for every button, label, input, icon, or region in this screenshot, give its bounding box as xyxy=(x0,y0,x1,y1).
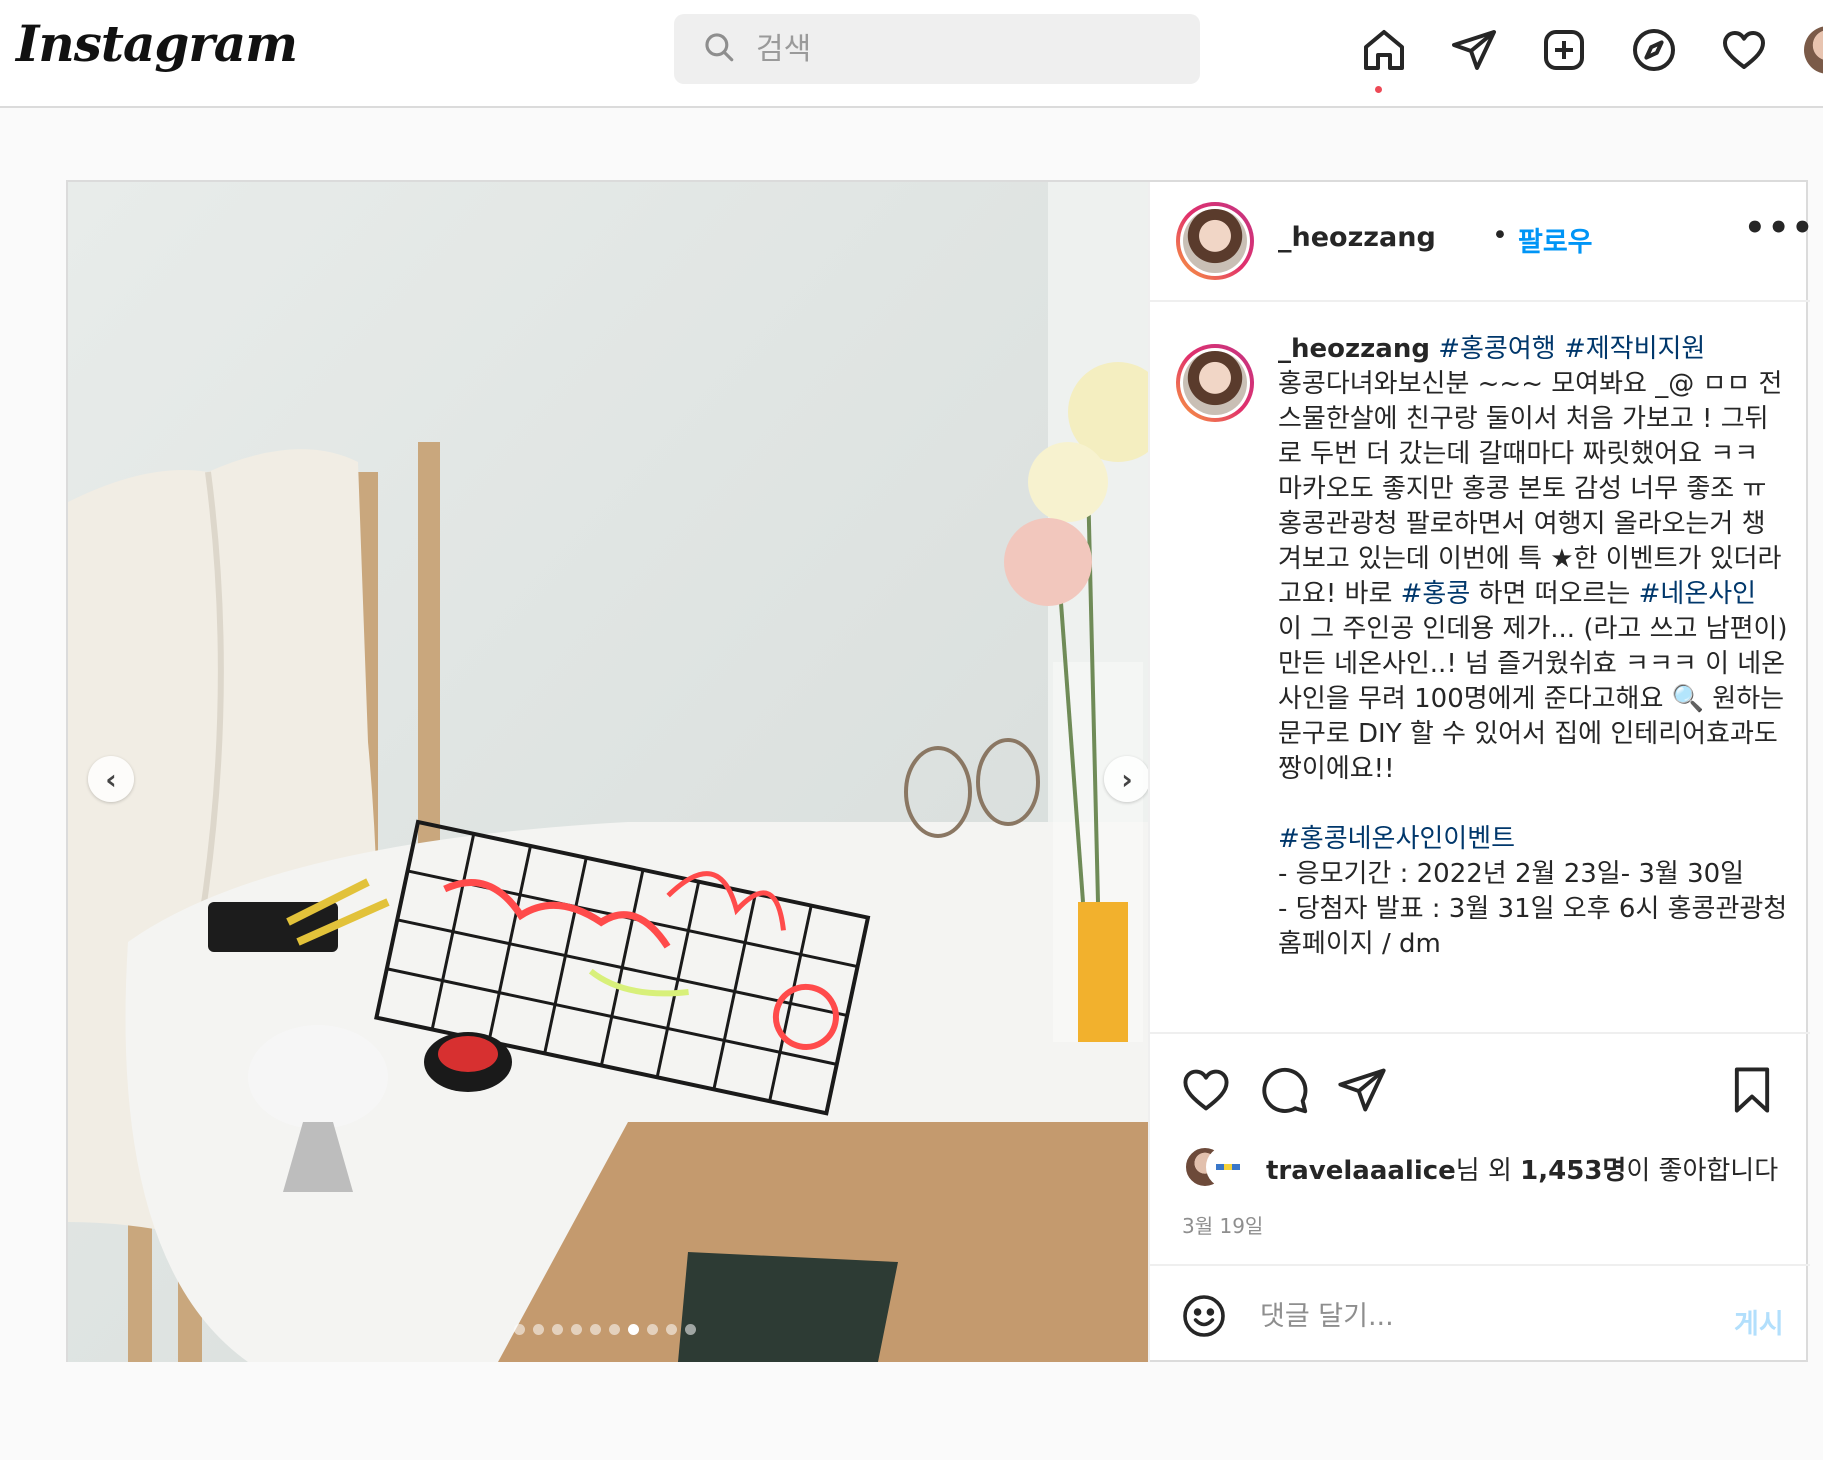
caption-body: 홍콩다녀와보신분 ~~~ 모여봐요 _@ ㅁㅁ 전 스물한살에 친구랑 둘이서 … xyxy=(1278,369,1783,609)
comment-icon[interactable] xyxy=(1258,1064,1310,1116)
follow-button[interactable]: 팔로우 xyxy=(1518,220,1593,259)
carousel-dot xyxy=(514,1324,525,1335)
post-media[interactable]: ‹ › xyxy=(68,182,1148,1362)
hashtag-link[interactable]: #홍콩여행 xyxy=(1438,334,1555,364)
carousel-dot xyxy=(533,1324,544,1335)
carousel-dot xyxy=(590,1324,601,1335)
like-heart-icon[interactable] xyxy=(1180,1064,1232,1116)
top-navigation-bar: Instagram xyxy=(0,0,1823,108)
carousel-dot xyxy=(685,1324,696,1335)
search-input[interactable] xyxy=(756,31,1176,67)
carousel-dot xyxy=(647,1324,658,1335)
post-actions: travelaaalice님 외 1,453명이 좋아합니다 3월 19일 게시 xyxy=(1150,1032,1810,1362)
caption-section: _heozzang #홍콩여행 #제작비지원 홍콩다녀와보신분 ~~~ 모여봐요… xyxy=(1150,304,1810,1032)
post-comment-button[interactable]: 게시 xyxy=(1734,1302,1784,1341)
likes-suffix: 님 외 xyxy=(1455,1156,1521,1186)
post-header: _heozzang • 팔로우 ••• xyxy=(1150,182,1813,302)
likes-count[interactable]: 1,453명 xyxy=(1520,1156,1626,1186)
hashtag-link[interactable]: #제작비지원 xyxy=(1564,334,1705,364)
comment-bar: 게시 xyxy=(1150,1264,1810,1364)
share-icon[interactable] xyxy=(1336,1064,1388,1116)
carousel-dot xyxy=(571,1324,582,1335)
comment-input[interactable] xyxy=(1260,1290,1700,1342)
caption-body: 이 그 주인공 인데용 제가... (라고 쓰고 남편이) 만든 네온사인..!… xyxy=(1278,614,1788,784)
explore-icon[interactable] xyxy=(1628,24,1680,76)
likes-summary: travelaaalice님 외 1,453명이 좋아합니다 xyxy=(1266,1150,1778,1187)
carousel-next-button[interactable]: › xyxy=(1104,756,1148,802)
post-date[interactable]: 3월 19일 xyxy=(1182,1210,1263,1239)
notification-dot xyxy=(1375,86,1382,93)
carousel-indicator xyxy=(514,1324,696,1335)
author-avatar[interactable] xyxy=(1176,202,1254,280)
instagram-logo[interactable]: Instagram xyxy=(16,14,298,73)
search-icon xyxy=(702,30,736,68)
post-side-panel: _heozzang • 팔로우 ••• _heozzang #홍콩여행 #제작비… xyxy=(1148,182,1813,1362)
search-box[interactable] xyxy=(674,14,1200,84)
liker-avatars[interactable] xyxy=(1184,1146,1248,1190)
carousel-dot xyxy=(666,1324,677,1335)
emoji-smile-icon[interactable] xyxy=(1180,1292,1228,1340)
carousel-dot-active xyxy=(628,1324,639,1335)
caption-text: _heozzang #홍콩여행 #제작비지원 홍콩다녀와보신분 ~~~ 모여봐요… xyxy=(1278,332,1788,962)
save-bookmark-icon[interactable] xyxy=(1726,1064,1778,1116)
carousel-dot xyxy=(609,1324,620,1335)
author-username[interactable]: _heozzang xyxy=(1278,222,1436,253)
hashtag-link[interactable]: #홍콩 xyxy=(1401,579,1471,609)
carousel-prev-button[interactable]: ‹ xyxy=(88,756,134,802)
separator-dot: • xyxy=(1492,220,1508,251)
carousel-dot xyxy=(552,1324,563,1335)
avatar xyxy=(1206,1146,1248,1188)
liker-username[interactable]: travelaaalice xyxy=(1266,1156,1456,1186)
caption-body: 하면 떠오르는 xyxy=(1470,579,1639,609)
direct-message-icon[interactable] xyxy=(1448,24,1500,76)
caption-username[interactable]: _heozzang xyxy=(1278,334,1430,364)
home-icon[interactable] xyxy=(1358,24,1410,76)
likes-suffix: 이 좋아합니다 xyxy=(1626,1156,1779,1186)
hashtag-link[interactable]: #홍콩네온사인이벤트 xyxy=(1278,824,1515,854)
more-options-icon[interactable]: ••• xyxy=(1744,208,1815,248)
new-post-icon[interactable] xyxy=(1538,24,1590,76)
activity-heart-icon[interactable] xyxy=(1718,24,1770,76)
hashtag-link[interactable]: #네온사인 xyxy=(1639,579,1756,609)
post-card: ‹ › _heozzang • 팔로우 ••• _heozzang #홍콩여행 … xyxy=(66,180,1813,1362)
caption-author-avatar[interactable] xyxy=(1176,344,1254,422)
post-photo xyxy=(68,182,1148,1362)
caption-body: - 응모기간 : 2022년 2월 23일- 3월 30일 - 당첨자 발표 :… xyxy=(1278,859,1788,959)
profile-avatar[interactable] xyxy=(1804,26,1823,74)
